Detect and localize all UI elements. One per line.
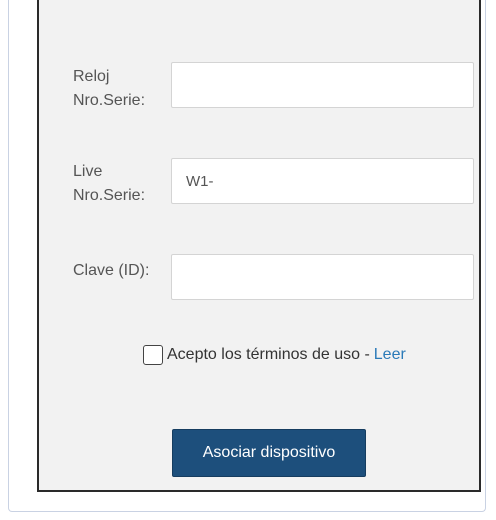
key-id-label: Clave (ID): — [73, 262, 150, 279]
terms-read-link[interactable]: Leer — [374, 346, 406, 364]
terms-row: Acepto los términos de uso - Leer — [143, 343, 406, 367]
watch-serial-label: Reloj Nro.Serie: — [73, 68, 146, 109]
live-serial-input[interactable] — [171, 158, 474, 204]
key-id-input[interactable] — [171, 254, 474, 300]
live-serial-label: Live Nro.Serie: — [73, 163, 146, 204]
associate-device-button[interactable]: Asociar dispositivo — [172, 429, 366, 477]
watch-serial-input[interactable] — [171, 62, 474, 108]
terms-label: Acepto los términos de uso - — [167, 346, 370, 363]
terms-checkbox[interactable] — [143, 345, 163, 365]
outer-card: Reloj Nro.Serie: Live Nro.Serie: Clave (… — [8, 0, 486, 512]
device-association-form: Reloj Nro.Serie: Live Nro.Serie: Clave (… — [37, 0, 481, 492]
